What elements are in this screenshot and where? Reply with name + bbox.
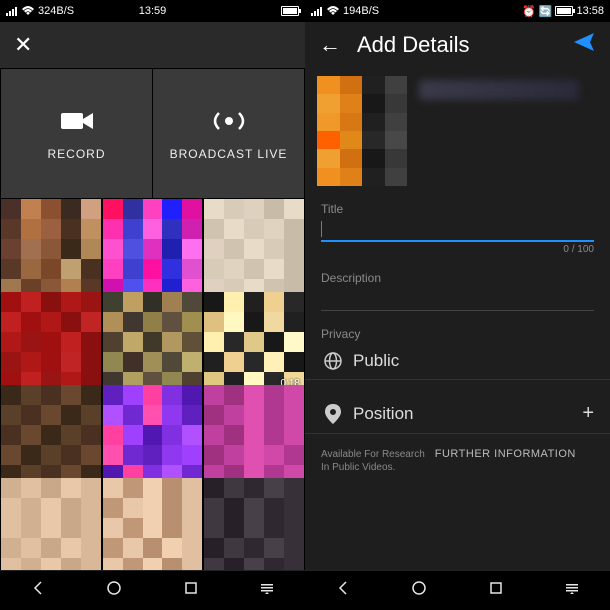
nav-home[interactable]	[410, 579, 428, 602]
video-thumbnail[interactable]	[317, 76, 407, 186]
description-label: Description	[321, 271, 594, 285]
submit-button[interactable]	[568, 26, 600, 64]
signal-icon	[311, 6, 323, 16]
gallery-tile[interactable]	[204, 385, 304, 485]
privacy-field[interactable]: Privacy	[305, 319, 610, 343]
research-note: Available For Research In Public Videos.	[321, 448, 425, 474]
alarm-icon: ⏰	[522, 5, 536, 18]
gallery-screen: 324B/S 13:59 ✕ RECORD BROADCAST LIVE 0:1…	[0, 0, 305, 610]
nav-bar	[305, 570, 610, 610]
page-title: Add Details	[345, 32, 568, 58]
gallery-tile[interactable]	[1, 292, 101, 392]
signal-icon	[6, 6, 18, 16]
header: ✕	[0, 22, 305, 68]
gallery-tile[interactable]	[103, 292, 203, 392]
gallery-tile[interactable]	[204, 478, 304, 570]
close-button[interactable]: ✕	[10, 28, 36, 62]
footer: Available For Research In Public Videos.…	[305, 440, 610, 482]
camera-icon	[59, 107, 95, 135]
title-field[interactable]: Title 0 / 100	[305, 194, 610, 263]
data-rate: 324B/S	[38, 5, 74, 17]
title-label: Title	[321, 202, 594, 216]
header: ← Add Details	[305, 22, 610, 68]
sync-icon: 🔄	[539, 5, 553, 18]
nav-menu[interactable]	[563, 579, 581, 602]
nav-recent[interactable]	[182, 579, 200, 602]
record-label: RECORD	[47, 147, 105, 161]
title-input[interactable]	[321, 218, 594, 242]
further-info-link[interactable]: FURTHER INFORMATION	[435, 448, 576, 460]
video-thumbnail-row	[305, 68, 610, 194]
nav-back[interactable]	[334, 579, 352, 602]
nav-bar	[0, 570, 305, 610]
nav-menu[interactable]	[258, 579, 276, 602]
record-button[interactable]: RECORD	[1, 69, 152, 198]
nav-home[interactable]	[105, 579, 123, 602]
battery-icon	[281, 6, 299, 16]
position-row[interactable]: Position +	[305, 394, 610, 434]
details-screen: 194B/S ⏰ 🔄 13:58 ← Add Details Title 0 /…	[305, 0, 610, 610]
action-row: RECORD BROADCAST LIVE	[0, 68, 305, 198]
data-rate: 194B/S	[343, 5, 379, 17]
clock: 13:58	[576, 5, 604, 17]
broadcast-label: BROADCAST LIVE	[170, 147, 288, 161]
broadcast-icon	[209, 107, 249, 135]
privacy-value: Public	[345, 351, 594, 371]
gallery-tile[interactable]	[103, 199, 203, 299]
gallery-tile[interactable]	[103, 385, 203, 485]
privacy-selector[interactable]: Public	[305, 343, 610, 380]
add-position-button[interactable]: +	[582, 402, 594, 425]
wifi-icon	[326, 6, 340, 16]
description-field[interactable]: Description	[305, 263, 610, 319]
nav-recent[interactable]	[487, 579, 505, 602]
privacy-label: Privacy	[321, 327, 594, 341]
gallery-tile[interactable]	[103, 478, 203, 570]
location-icon	[321, 404, 345, 424]
channel-name-blur	[419, 80, 579, 100]
broadcast-button[interactable]: BROADCAST LIVE	[153, 69, 304, 198]
gallery-tile[interactable]	[204, 199, 304, 299]
battery-icon	[555, 6, 573, 16]
status-bar: 194B/S ⏰ 🔄 13:58	[305, 0, 610, 22]
position-value: Position	[345, 404, 582, 424]
title-counter: 0 / 100	[321, 244, 594, 255]
globe-icon	[321, 351, 345, 371]
clock: 13:59	[139, 5, 167, 17]
nav-back[interactable]	[29, 579, 47, 602]
gallery-tile[interactable]	[1, 385, 101, 485]
wifi-icon	[21, 6, 35, 16]
description-input[interactable]	[321, 287, 594, 311]
gallery-tile[interactable]	[1, 478, 101, 570]
status-bar: 324B/S 13:59	[0, 0, 305, 22]
back-button[interactable]: ←	[315, 28, 345, 62]
gallery-tile[interactable]	[1, 199, 101, 299]
gallery-tile[interactable]: 0:18	[204, 292, 304, 392]
media-gallery: 0:18	[0, 198, 305, 570]
